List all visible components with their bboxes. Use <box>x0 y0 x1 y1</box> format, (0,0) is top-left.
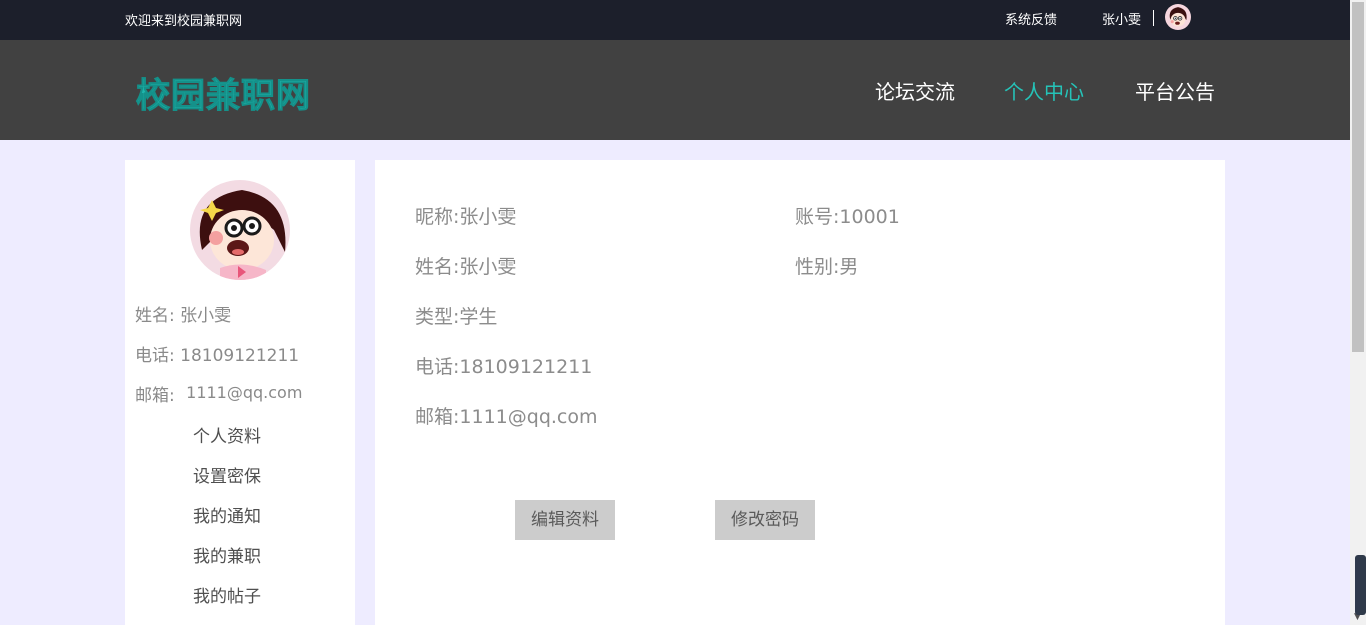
phone-label: 电话: <box>415 356 460 378</box>
email-field: 邮箱:1111@qq.com <box>415 402 598 429</box>
nickname-label: 昵称: <box>415 206 460 228</box>
sidebar-email-value: 1111@qq.com <box>186 383 303 402</box>
type-label: 类型: <box>415 306 460 328</box>
nav-forum[interactable]: 论坛交流 <box>875 76 955 105</box>
sidebar-email-label: 邮箱: <box>135 386 175 406</box>
scrollbar-thumb[interactable] <box>1352 2 1364 352</box>
realname-label: 姓名: <box>415 256 460 278</box>
top-bar: 欢迎来到校园兼职网 系统反馈 张小雯 <box>0 0 1350 40</box>
menu-security-question[interactable]: 设置密保 <box>193 462 261 487</box>
phone-field: 电话:18109121211 <box>415 352 592 379</box>
divider <box>1153 10 1154 26</box>
edit-profile-button[interactable]: 编辑资料 <box>515 500 615 540</box>
menu-my-jobs[interactable]: 我的兼职 <box>193 542 261 567</box>
type-value: 学生 <box>459 306 498 328</box>
sidebar-phone-label: 电话: <box>135 346 175 366</box>
main-nav: 校园兼职网 论坛交流 个人中心 平台公告 <box>0 40 1350 140</box>
nav-personal-center[interactable]: 个人中心 <box>1004 76 1084 105</box>
avatar <box>190 180 290 280</box>
menu-personal-info[interactable]: 个人资料 <box>193 422 261 447</box>
menu-my-posts[interactable]: 我的帖子 <box>193 582 261 607</box>
account-label: 账号: <box>795 206 840 228</box>
email-value: 1111@qq.com <box>459 406 598 428</box>
sidebar-email: 邮箱: 1111@qq.com <box>135 381 302 406</box>
gender-value: 男 <box>839 256 859 278</box>
account-value: 10001 <box>839 206 900 228</box>
site-logo[interactable]: 校园兼职网 <box>136 68 311 117</box>
realname-value: 张小雯 <box>459 256 517 278</box>
gender-field: 性别:男 <box>795 252 858 279</box>
change-password-button[interactable]: 修改密码 <box>715 500 815 540</box>
user-avatar-icon[interactable] <box>1165 4 1191 30</box>
realname-field: 姓名:张小雯 <box>415 252 516 279</box>
sidebar-phone: 电话: 18109121211 <box>135 341 299 366</box>
sidebar-phone-value: 18109121211 <box>180 346 300 366</box>
menu-my-notifications[interactable]: 我的通知 <box>193 502 261 527</box>
nav-platform-notice[interactable]: 平台公告 <box>1135 76 1215 105</box>
feedback-link[interactable]: 系统反馈 <box>1005 9 1057 28</box>
phone-value: 18109121211 <box>459 356 593 378</box>
sidebar-name-label: 姓名: <box>135 306 175 326</box>
profile-panel: 昵称:张小雯 账号:10001 姓名:张小雯 性别:男 类型:学生 电话:181… <box>375 160 1225 625</box>
page-scrollbar[interactable]: ▼ <box>1350 0 1366 625</box>
welcome-text: 欢迎来到校园兼职网 <box>125 14 243 29</box>
nickname-field: 昵称:张小雯 <box>415 202 516 229</box>
sidebar-name: 姓名: 张小雯 <box>135 301 231 326</box>
gender-label: 性别: <box>795 256 840 278</box>
nickname-value: 张小雯 <box>459 206 517 228</box>
email-label: 邮箱: <box>415 406 460 428</box>
username-link[interactable]: 张小雯 <box>1102 9 1141 28</box>
account-field: 账号:10001 <box>795 202 900 229</box>
type-field: 类型:学生 <box>415 302 497 329</box>
sidebar-name-value: 张小雯 <box>180 306 232 326</box>
floating-widget-icon[interactable] <box>1355 555 1366 615</box>
profile-sidebar: 姓名: 张小雯 电话: 18109121211 邮箱: 1111@qq.com … <box>125 160 355 625</box>
